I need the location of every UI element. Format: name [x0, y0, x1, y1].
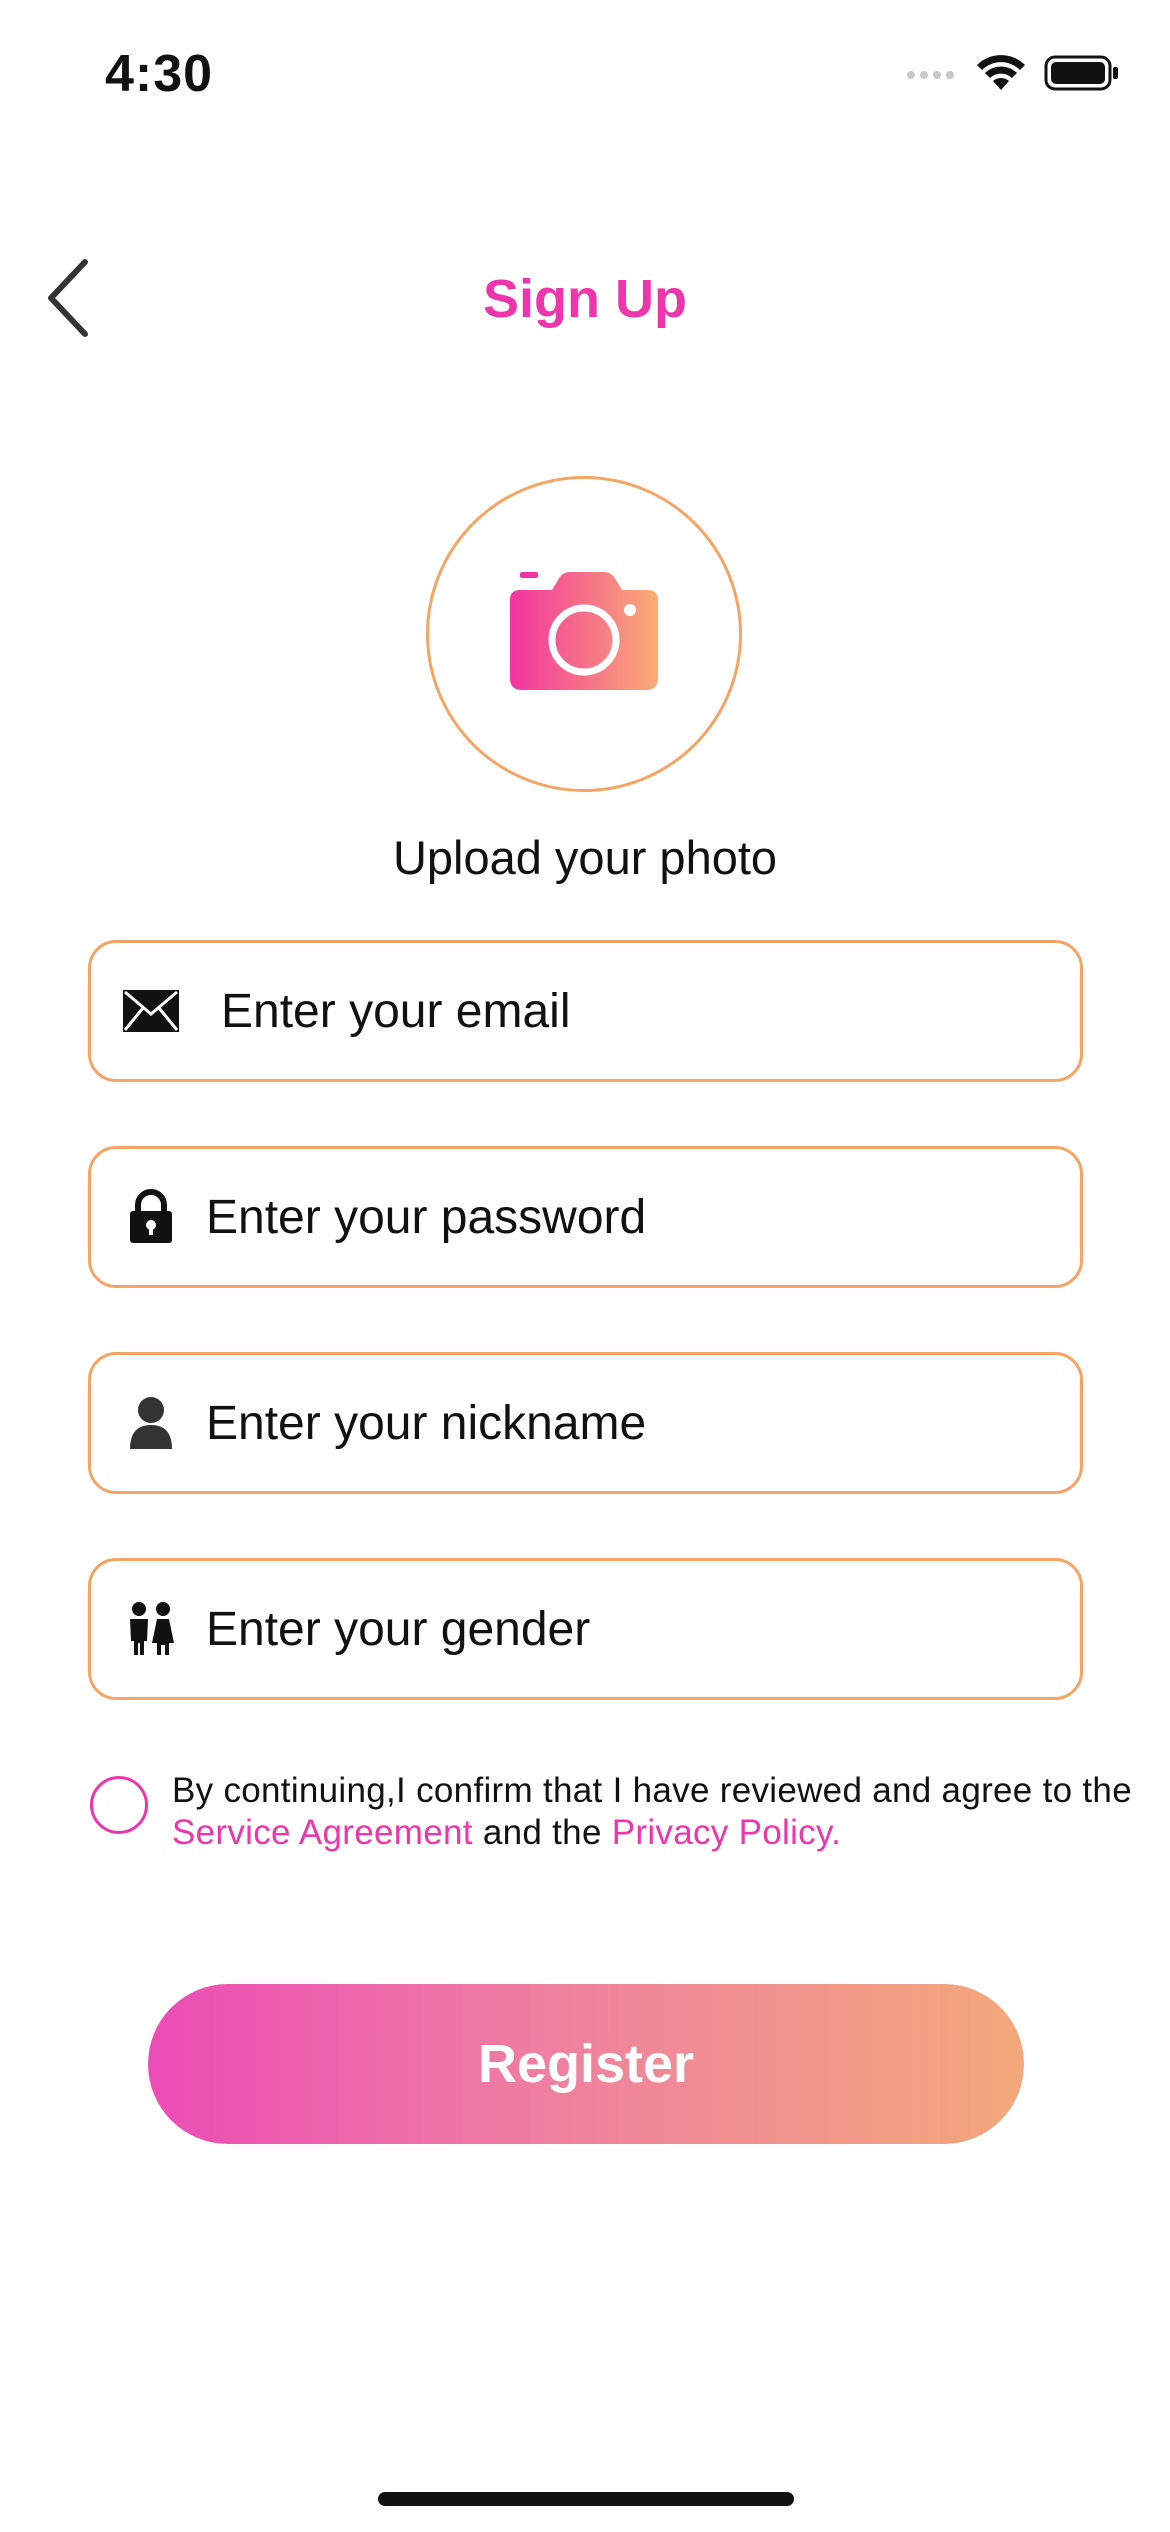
- agreement-text: By continuing,I confirm that I have revi…: [172, 1770, 1170, 1854]
- password-input[interactable]: [206, 1149, 1080, 1285]
- page-title: Sign Up: [483, 269, 687, 329]
- home-indicator[interactable]: [378, 2492, 794, 2506]
- service-agreement-link[interactable]: Service Agreement: [172, 1813, 473, 1852]
- agreement-text-middle: and the: [472, 1813, 612, 1852]
- password-field[interactable]: [88, 1146, 1083, 1288]
- people-icon: [116, 1601, 186, 1657]
- lock-icon: [116, 1189, 186, 1245]
- status-time: 4:30: [105, 45, 214, 103]
- gender-input[interactable]: [206, 1561, 1080, 1697]
- gender-field[interactable]: [88, 1558, 1083, 1700]
- privacy-policy-link[interactable]: Privacy Policy.: [612, 1813, 841, 1852]
- upload-photo-label: Upload your photo: [392, 831, 778, 884]
- person-icon: [116, 1395, 186, 1451]
- envelope-icon: [116, 988, 186, 1034]
- status-icons: [906, 54, 1120, 97]
- signal-icon: [906, 63, 958, 88]
- battery-icon: [1044, 54, 1120, 97]
- nickname-input[interactable]: [206, 1355, 1080, 1491]
- wifi-icon: [976, 54, 1026, 97]
- nickname-field[interactable]: [88, 1352, 1083, 1494]
- agreement-text-before: By continuing,I confirm that I have revi…: [172, 1771, 1132, 1810]
- agreement-checkbox[interactable]: [90, 1776, 148, 1834]
- photo-upload-button[interactable]: [426, 476, 742, 792]
- register-button[interactable]: Register: [148, 1984, 1024, 2144]
- camera-icon: [508, 570, 660, 699]
- status-bar: 4:30: [0, 0, 1170, 150]
- email-input[interactable]: [221, 943, 1080, 1079]
- email-field[interactable]: [88, 940, 1083, 1082]
